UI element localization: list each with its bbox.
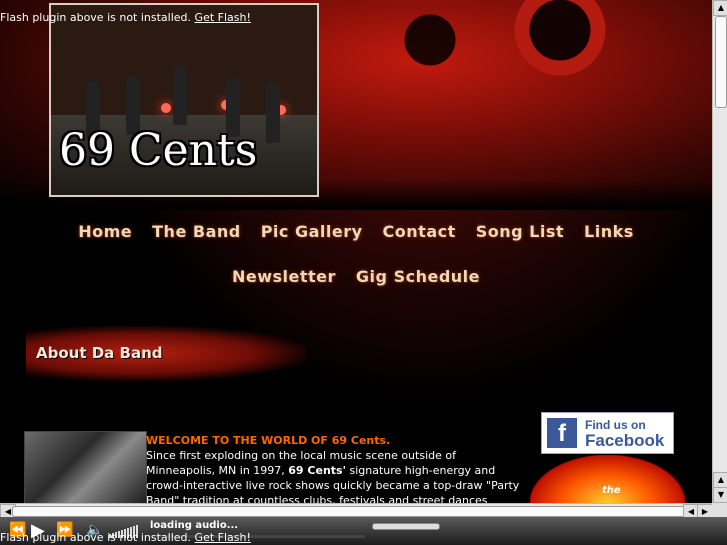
nav-song-list[interactable]: Song List xyxy=(476,222,564,241)
section-banner: About Da Band xyxy=(26,326,306,381)
scroll-up-icon[interactable]: ▲ xyxy=(713,0,727,16)
radio-station-ad[interactable]: the xyxy=(530,455,685,503)
player-status-text: loading audio... xyxy=(150,520,239,531)
get-flash-link[interactable]: Get Flash! xyxy=(195,531,251,544)
nav-contact[interactable]: Contact xyxy=(383,222,456,241)
flash-notice-text: Flash plugin above is not installed. xyxy=(0,11,192,24)
nav-row-2: Newsletter Gig Schedule xyxy=(0,267,712,286)
welcome-heading: WELCOME TO THE WORLD OF 69 Cents. xyxy=(146,433,521,448)
scroll-down-icon[interactable]: ▼ xyxy=(713,487,727,503)
about-paragraph: Since first exploding on the local music… xyxy=(146,448,521,503)
nav-row-1: Home The Band Pic Gallery Contact Song L… xyxy=(0,222,712,241)
scrollbar-corner xyxy=(712,503,727,517)
welcome-band-name: 69 Cents. xyxy=(331,434,391,447)
nav-links[interactable]: Links xyxy=(584,222,634,241)
flash-notice-text: Flash plugin above is not installed. xyxy=(0,531,192,544)
vertical-scrollbar[interactable]: ▲ ▲ ▼ xyxy=(712,0,727,503)
crowd-surf-photo xyxy=(24,431,147,503)
section-title: About Da Band xyxy=(36,344,163,362)
facebook-line2: Facebook xyxy=(585,431,665,450)
welcome-prefix: WELCOME TO THE WORLD OF xyxy=(146,434,328,447)
nav-home[interactable]: Home xyxy=(78,222,132,241)
stage-light xyxy=(161,103,171,113)
page-viewport: Flash plugin above is not installed. Get… xyxy=(0,0,712,503)
nav-the-band[interactable]: The Band xyxy=(152,222,241,241)
band-member-figure xyxy=(173,65,187,125)
scroll-up-icon[interactable]: ▲ xyxy=(713,472,727,488)
main-navigation: Home The Band Pic Gallery Contact Song L… xyxy=(0,222,712,312)
vertical-scroll-thumb[interactable] xyxy=(715,16,727,108)
loading-progress-bar xyxy=(372,523,440,530)
horizontal-scroll-thumb[interactable] xyxy=(12,506,698,517)
flash-notice-top: Flash plugin above is not installed. Get… xyxy=(0,11,251,24)
band-member-figure xyxy=(266,83,280,143)
nav-pic-gallery[interactable]: Pic Gallery xyxy=(261,222,363,241)
get-flash-link[interactable]: Get Flash! xyxy=(195,11,251,24)
horizontal-scrollbar[interactable]: ◀ ◀ ▶ xyxy=(0,503,713,520)
nav-gig-schedule[interactable]: Gig Schedule xyxy=(356,267,480,286)
facebook-text: Find us on Facebook xyxy=(585,417,664,449)
about-band-name: 69 Cents' xyxy=(288,464,346,477)
facebook-badge[interactable]: f Find us on Facebook xyxy=(541,412,674,454)
flash-notice-bottom: Flash plugin above is not installed. Get… xyxy=(0,531,251,544)
radio-ad-text: the xyxy=(602,485,621,496)
band-logo-text: 69 Cents xyxy=(59,125,258,176)
band-photo: 69 Cents xyxy=(49,3,319,197)
about-content: WELCOME TO THE WORLD OF 69 Cents. Since … xyxy=(146,433,521,503)
nav-newsletter[interactable]: Newsletter xyxy=(232,267,336,286)
facebook-icon: f xyxy=(547,418,577,448)
